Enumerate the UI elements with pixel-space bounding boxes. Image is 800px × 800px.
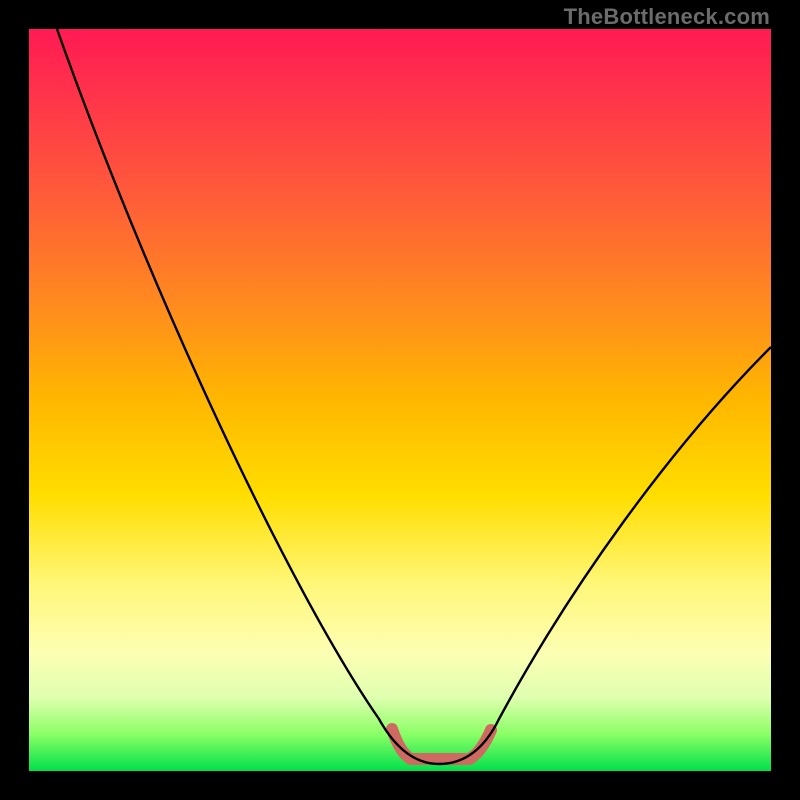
curve-layer — [29, 29, 771, 771]
bottleneck-curve — [57, 29, 771, 764]
attribution-text: TheBottleneck.com — [564, 4, 770, 30]
chart-stage: TheBottleneck.com — [0, 0, 800, 800]
plot-area — [29, 29, 771, 771]
